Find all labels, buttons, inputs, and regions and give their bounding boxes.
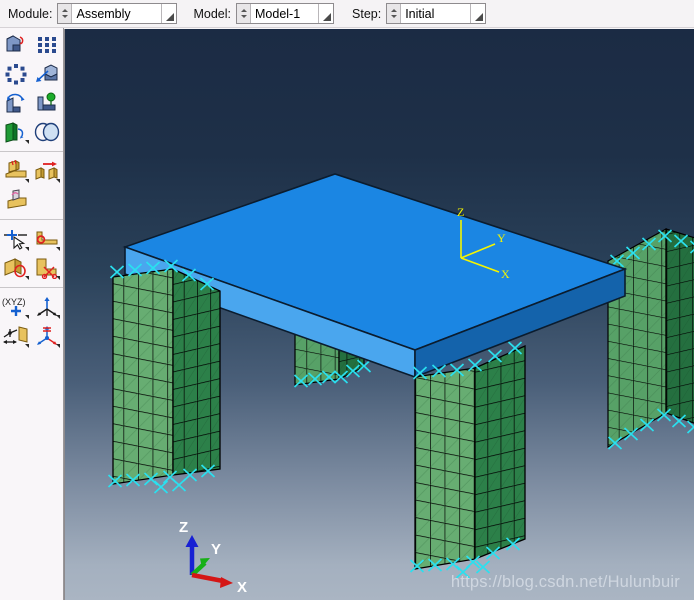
view-triad-z-label: Z [179, 519, 188, 536]
parallel-face-constraint-icon[interactable] [0, 156, 31, 185]
model-value: Model-1 [255, 6, 301, 21]
flyout-corner-marker [56, 276, 60, 280]
model-triad-x-label: X [501, 267, 510, 281]
model-spinner[interactable] [237, 4, 252, 23]
module-chevron-down-icon[interactable] [161, 4, 177, 23]
toolbox-group-constraint-tools [0, 151, 63, 216]
coaxial-constraint-icon[interactable] [0, 185, 31, 214]
model-triad-y-label: Y [497, 231, 506, 245]
linear-pattern-icon[interactable] [31, 30, 62, 59]
table-leg-back-right [607, 227, 694, 450]
flyout-corner-marker [25, 315, 29, 319]
create-surface-icon[interactable] [0, 253, 31, 282]
module-label: Module: [8, 6, 53, 21]
module-selector-group: Module: Assembly [8, 2, 178, 26]
assembly-3d-scene: Z Y X Z Y X [107, 173, 694, 596]
query-information-icon[interactable] [0, 224, 31, 253]
flyout-corner-marker [56, 247, 60, 251]
context-bar: Module: Assembly Model: Model-1 Step: In… [0, 0, 694, 28]
create-set-icon[interactable] [31, 224, 62, 253]
abaqus-cae-window: Module: Assembly Model: Model-1 Step: In… [0, 0, 694, 600]
toolbox-group-query-set-tools [0, 219, 63, 284]
svg-text:(XYZ): (XYZ) [2, 297, 26, 307]
viewport-canvas[interactable]: Z Y X Z Y X https://blog.csdn.net/Hulunb [64, 29, 694, 600]
flyout-corner-marker [25, 179, 29, 183]
table-leg-front-left [107, 259, 221, 494]
face-to-face-constraint-icon[interactable] [31, 156, 62, 185]
module-toolbox: (XYZ) [0, 28, 64, 600]
step-chevron-down-icon[interactable] [470, 4, 486, 23]
view-triad-x-axis [191, 572, 224, 584]
flyout-corner-marker [25, 344, 29, 348]
step-label: Step: [352, 6, 382, 21]
view-triad-x-arrowhead [220, 577, 233, 588]
model-chevron-down-icon[interactable] [318, 4, 334, 23]
model-selector-group: Model: Model-1 [193, 2, 335, 26]
datum-axis-icon[interactable] [31, 292, 62, 321]
datum-plane-icon[interactable] [0, 321, 31, 350]
partition-cell-icon[interactable] [31, 253, 62, 282]
flyout-corner-marker [25, 247, 29, 251]
flyout-corner-marker [25, 140, 29, 144]
step-spinner[interactable] [387, 4, 402, 23]
table-leg-front-right [409, 341, 526, 579]
step-combobox[interactable]: Initial [386, 3, 487, 24]
module-value: Assembly [76, 6, 131, 21]
translate-to-icon[interactable] [31, 88, 62, 117]
flyout-corner-marker [56, 315, 60, 319]
model-triad-z-label: Z [457, 205, 464, 219]
datum-csys-icon[interactable] [31, 321, 62, 350]
instance-from-part-icon[interactable] [0, 117, 31, 146]
rotate-instance-icon[interactable] [0, 88, 31, 117]
watermark: https://blog.csdn.net/Hulunbuir [450, 573, 680, 591]
merge-cut-instances-icon[interactable] [31, 117, 62, 146]
flyout-corner-marker [56, 344, 60, 348]
translate-instance-icon[interactable] [31, 59, 62, 88]
view-triad-z-arrowhead [185, 535, 199, 547]
flyout-corner-marker [25, 276, 29, 280]
radial-pattern-icon[interactable] [0, 59, 31, 88]
toolbox-group-datum-tools: (XYZ) [0, 287, 63, 352]
module-combobox[interactable]: Assembly [57, 3, 178, 24]
step-value: Initial [405, 6, 435, 21]
view-triad-x-label: X [237, 579, 247, 596]
flyout-corner-marker [56, 179, 60, 183]
view-orientation-triad: Z Y X [179, 519, 247, 596]
model-label: Model: [193, 6, 232, 21]
view-triad-y-label: Y [211, 541, 221, 558]
datum-point-icon[interactable]: (XYZ) [0, 292, 31, 321]
module-spinner[interactable] [58, 4, 73, 23]
toolbox-group-instance-tools [0, 28, 63, 148]
model-combobox[interactable]: Model-1 [236, 3, 335, 24]
step-selector-group: Step: Initial [352, 2, 487, 26]
create-instance-icon[interactable] [0, 30, 31, 59]
